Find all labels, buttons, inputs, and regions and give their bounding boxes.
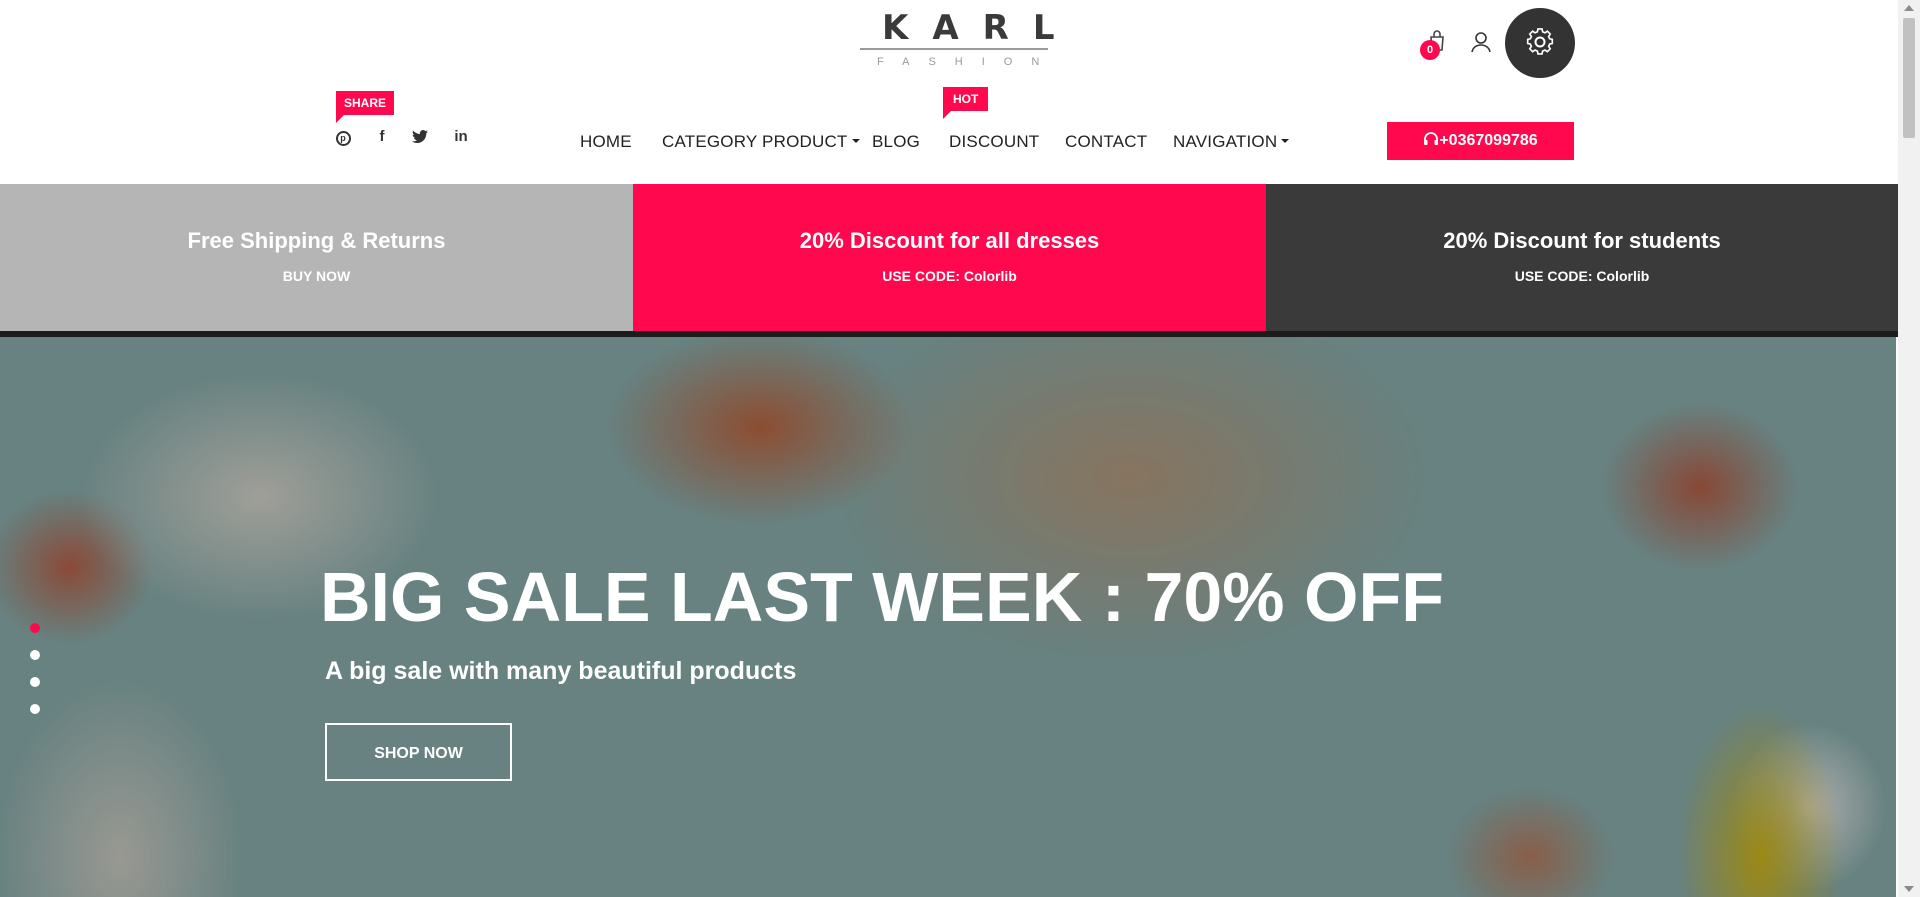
promo-title: 20% Discount for students [1443, 228, 1721, 253]
nav-home[interactable]: HOME [580, 128, 632, 156]
phone-number: +0367099786 [1439, 132, 1538, 149]
scroll-thumb[interactable] [1903, 18, 1915, 138]
nav-discount[interactable]: DISCOUNT [949, 128, 1039, 156]
share-badge: SHARE [336, 91, 395, 123]
nav-category-product[interactable]: CATEGORY PRODUCT [662, 128, 860, 156]
nav-contact[interactable]: CONTACT [1065, 128, 1147, 156]
shop-now-button[interactable]: SHOP NOW [325, 723, 512, 781]
settings-button[interactable] [1505, 8, 1575, 78]
hot-badge: HOT [943, 87, 989, 119]
pinterest-icon[interactable]: p [332, 126, 354, 148]
hero-slider: BIG SALE LAST WEEK : 70% OFF A big sale … [0, 337, 1896, 897]
slider-dot[interactable] [30, 623, 40, 633]
logo-main-text: KARL [882, 8, 1079, 48]
promo-sub: USE CODE: Colorlib [1514, 268, 1650, 284]
chevron-down-icon [1281, 138, 1290, 143]
promo-sub: BUY NOW [282, 268, 351, 284]
linkedin-icon[interactable]: in [450, 126, 472, 148]
nav-blog[interactable]: BLOG [872, 128, 920, 156]
hero-subtitle: A big sale with many beautiful products [325, 657, 797, 685]
brand-logo[interactable]: KARL FASHION [858, 8, 1079, 68]
page-scrollbar[interactable] [1898, 0, 1920, 897]
headset-icon [1424, 132, 1439, 145]
slider-dot[interactable] [30, 677, 40, 687]
nav-navigation[interactable]: NAVIGATION [1173, 128, 1290, 156]
cart-count-badge: 0 [1420, 40, 1440, 60]
promo-free-shipping[interactable]: Free Shipping & Returns BUY NOW [0, 184, 633, 331]
scroll-down-icon[interactable] [1904, 886, 1914, 892]
twitter-icon[interactable] [409, 126, 431, 148]
facebook-icon[interactable]: f [371, 126, 393, 148]
nav-category-product-label: CATEGORY PRODUCT [662, 132, 848, 151]
promo-dresses-discount[interactable]: 20% Discount for all dresses USE CODE: C… [633, 184, 1266, 331]
promo-title: Free Shipping & Returns [187, 228, 446, 253]
promo-title: 20% Discount for all dresses [799, 228, 1100, 253]
logo-rule [860, 48, 1048, 50]
user-icon[interactable] [1470, 30, 1492, 54]
promo-sub: USE CODE: Colorlib [882, 268, 1017, 284]
scroll-up-icon[interactable] [1904, 5, 1914, 11]
slider-dot[interactable] [30, 704, 40, 714]
phone-button[interactable]: +0367099786 [1387, 122, 1574, 160]
page: KARL FASHION SHARE p f in HOT HOME CATEG… [0, 0, 1898, 897]
slider-dot[interactable] [30, 650, 40, 660]
gear-icon [1526, 28, 1554, 55]
logo-sub-text: FASHION [877, 56, 1059, 68]
promo-students-discount[interactable]: 20% Discount for students USE CODE: Colo… [1266, 184, 1898, 331]
nav-navigation-label: NAVIGATION [1173, 132, 1278, 151]
site-header: KARL FASHION SHARE p f in HOT HOME CATEG… [0, 0, 1898, 184]
chevron-down-icon [851, 138, 860, 143]
hero-title: BIG SALE LAST WEEK : 70% OFF [320, 558, 1444, 636]
